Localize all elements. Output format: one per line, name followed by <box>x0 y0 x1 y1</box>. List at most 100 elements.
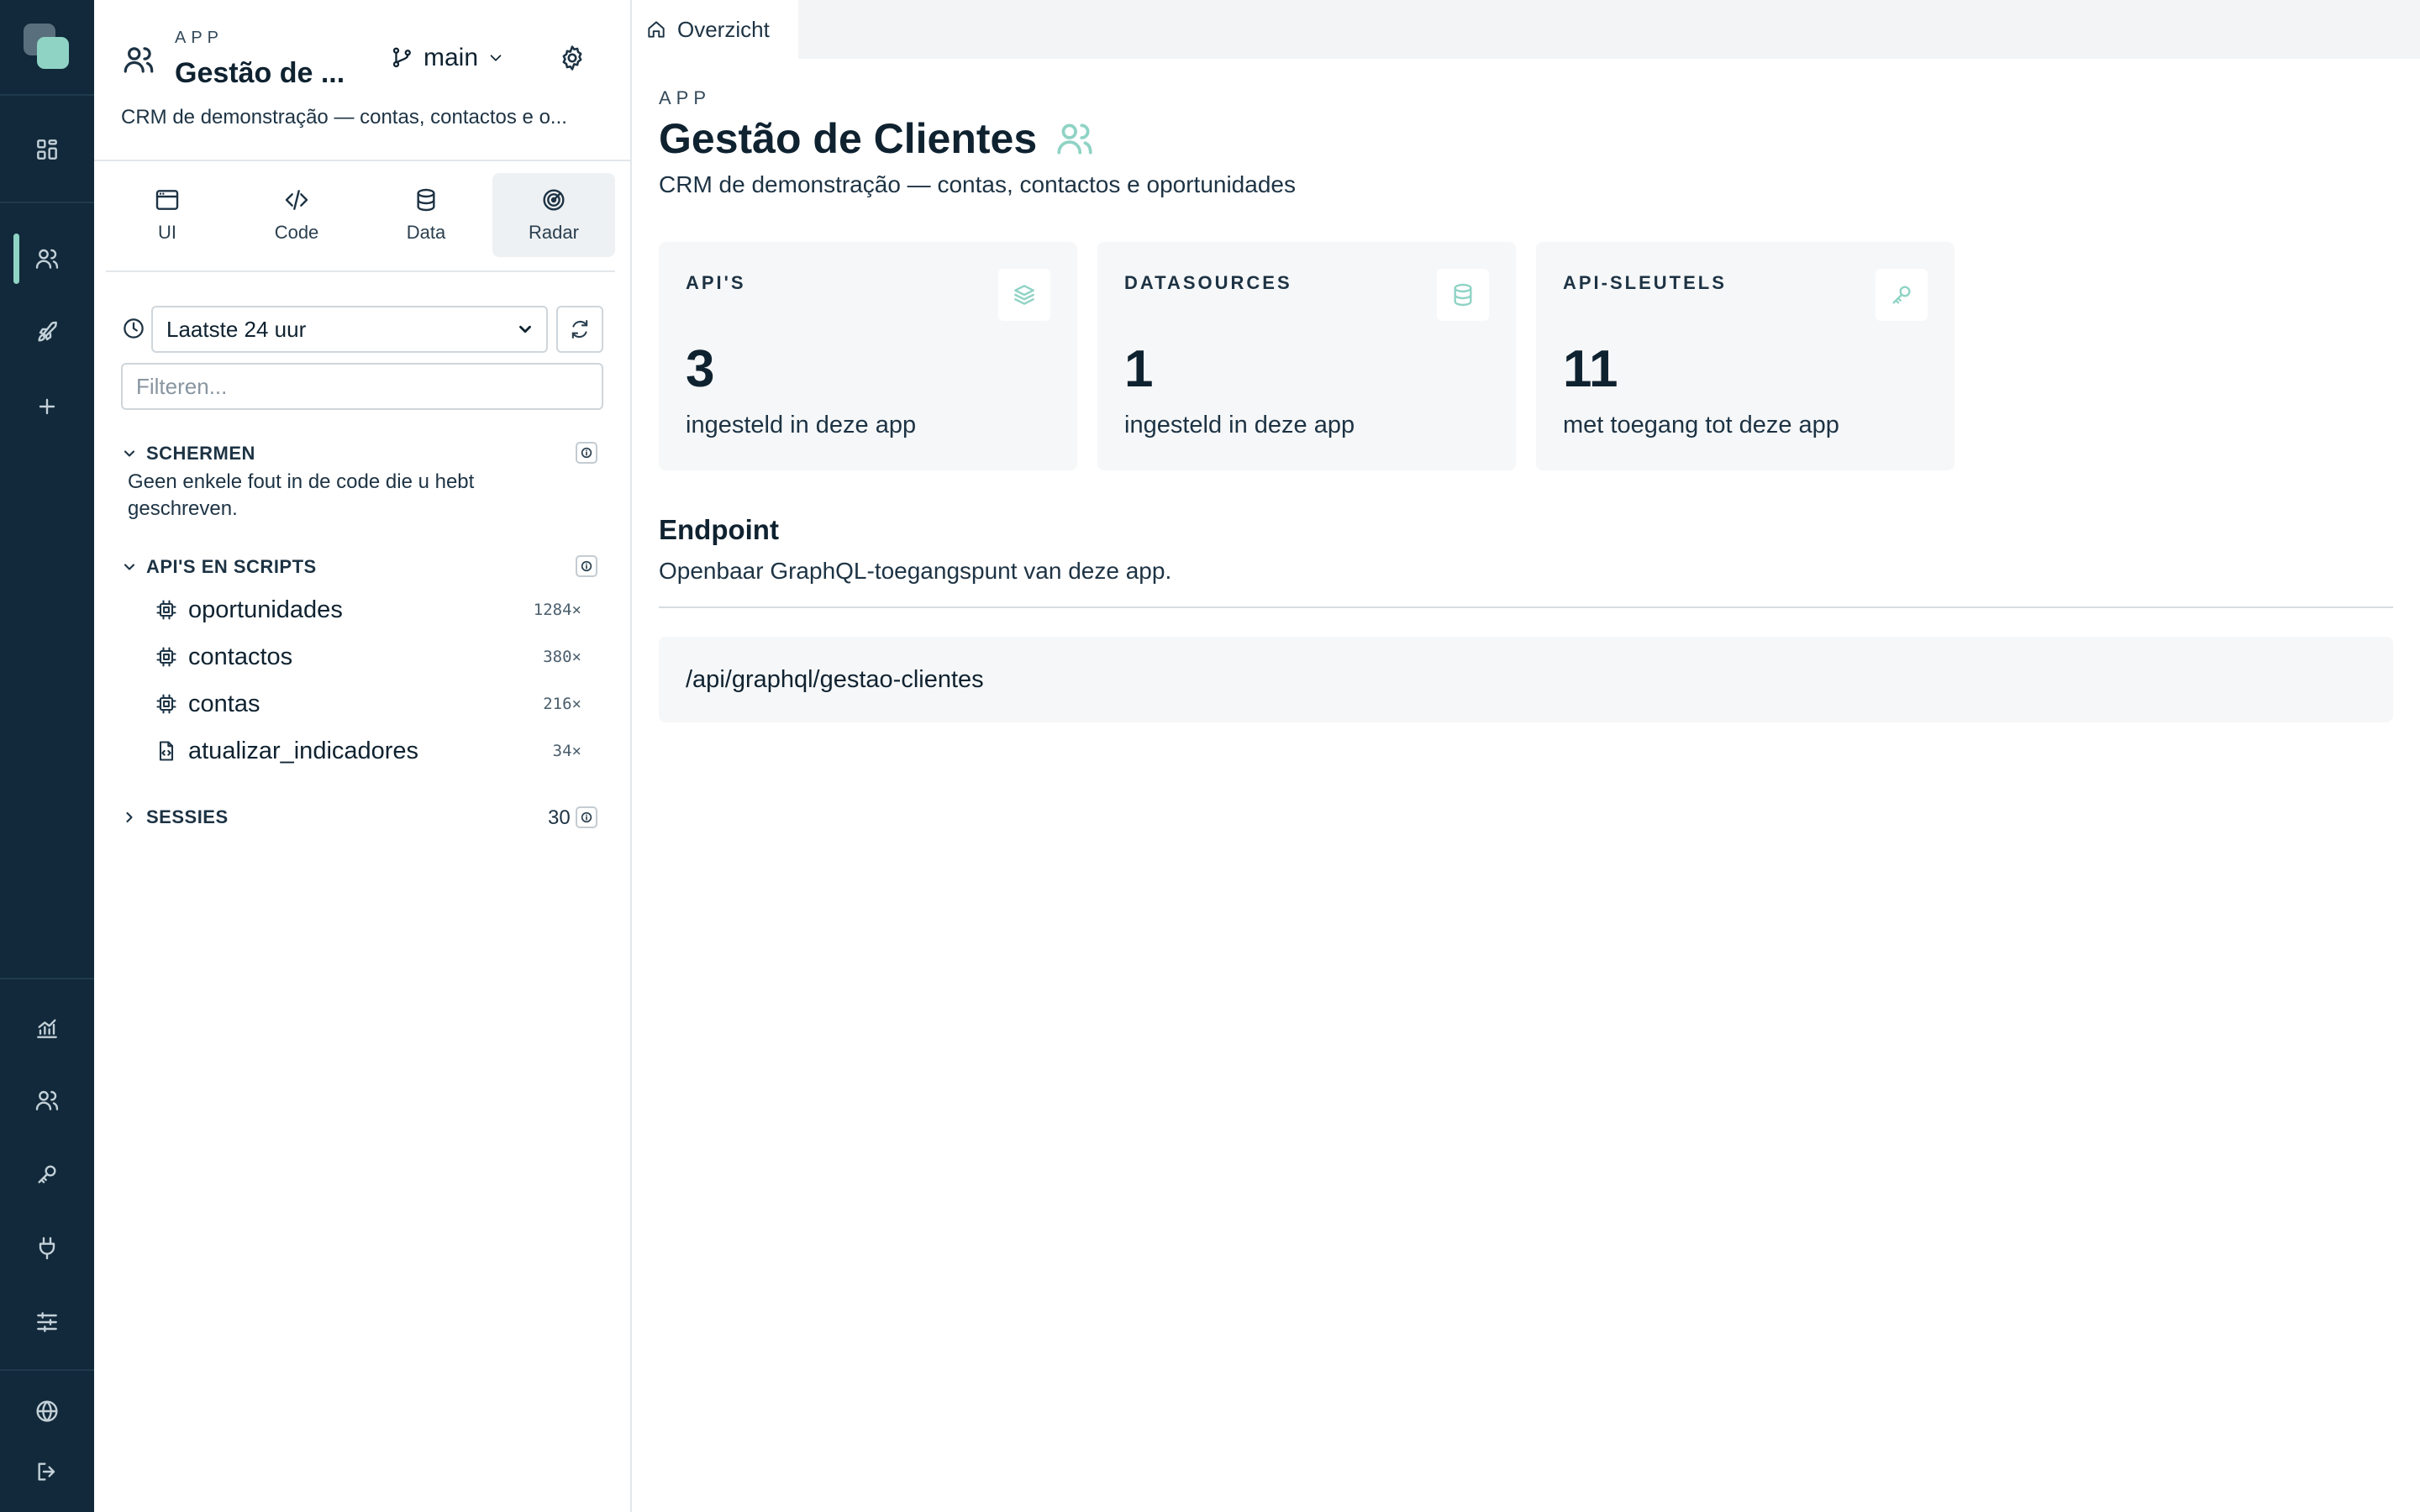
section-sessions-toggle[interactable]: SESSIES <box>121 806 229 828</box>
rail-divider <box>0 978 94 979</box>
database-icon <box>1437 269 1489 321</box>
section-title: API'S EN SCRIPTS <box>146 556 317 577</box>
app-eyebrow: APP <box>175 29 224 47</box>
rail-divider <box>0 94 94 96</box>
stat-subtitle: ingesteld in deze app <box>1124 412 1355 438</box>
tab-radar[interactable]: Radar <box>492 173 615 257</box>
api-name: oportunidades <box>188 596 343 623</box>
stat-label: DATASOURCES <box>1124 272 1292 293</box>
chevron-down-icon <box>519 325 531 333</box>
stat-value: 3 <box>686 340 715 398</box>
info-icon[interactable] <box>576 806 597 828</box>
rail-active-indicator <box>13 234 19 284</box>
refresh-button[interactable] <box>556 306 603 353</box>
git-branch-icon <box>392 47 411 68</box>
api-item-contactos[interactable]: contactos 380× <box>155 637 608 677</box>
section-apis-toggle[interactable]: API'S EN SCRIPTS <box>121 556 317 578</box>
stat-card-datasources[interactable]: DATASOURCES 1 ingesteld in deze app <box>1097 242 1516 470</box>
chip-icon <box>156 694 176 714</box>
section-title: SCHERMEN <box>146 443 255 464</box>
plug-icon[interactable] <box>27 1228 67 1268</box>
key-icon <box>1876 269 1928 321</box>
script-name: atualizar_indicadores <box>188 737 419 764</box>
logo[interactable] <box>24 24 71 71</box>
refresh-icon <box>571 320 588 339</box>
endpoint-path[interactable]: /api/graphql/gestao-clientes <box>659 637 2393 722</box>
database-icon <box>417 188 435 212</box>
api-item-contas[interactable]: contas 216× <box>155 684 608 724</box>
dashboard-icon[interactable] <box>27 129 67 170</box>
stat-card-api-keys[interactable]: API-SLEUTELS 11 met toegang tot deze app <box>1536 242 1954 470</box>
api-item-oportunidades[interactable]: oportunidades 1284× <box>155 590 608 630</box>
rocket-icon[interactable] <box>27 312 67 353</box>
api-count: 380× <box>543 648 581 666</box>
analytics-icon[interactable] <box>27 1008 67 1048</box>
users-icon[interactable] <box>27 239 67 279</box>
section-screens-toggle[interactable]: SCHERMEN <box>121 443 255 465</box>
time-range-value: Laatste 24 uur <box>166 316 307 342</box>
app-side-panel: APP Gestão de ... main CRM de demonstraç… <box>94 0 632 1512</box>
stat-label: API-SLEUTELS <box>1563 272 1727 293</box>
chevron-down-icon <box>490 55 502 61</box>
home-icon <box>648 21 665 38</box>
stat-subtitle: met toegang tot deze app <box>1563 412 1839 438</box>
script-item-atualizar-indicadores[interactable]: atualizar_indicadores 34× <box>155 731 608 771</box>
stat-label: API'S <box>686 272 746 293</box>
app-users-icon <box>121 42 156 77</box>
rail-divider <box>0 202 94 203</box>
screens-message: Geen enkele fout in de code die u hebt g… <box>128 470 475 520</box>
app-title: Gestão de ... <box>175 57 345 89</box>
stat-value: 1 <box>1124 340 1154 398</box>
script-count: 34× <box>552 742 581 760</box>
users-icon <box>1057 123 1092 155</box>
radar-icon <box>543 189 565 211</box>
api-name: contactos <box>188 643 293 670</box>
divider <box>106 270 615 272</box>
branch-selector[interactable]: main <box>390 44 505 72</box>
browser-window-icon <box>155 190 179 210</box>
tab-data[interactable]: Data <box>365 173 487 257</box>
document-tab-bar <box>632 0 2420 59</box>
section-title: SESSIES <box>146 806 229 827</box>
key-icon[interactable] <box>27 1154 67 1194</box>
sliders-icon[interactable] <box>27 1302 67 1342</box>
tab-label: Radar <box>529 222 579 243</box>
divider <box>659 606 2393 608</box>
stat-subtitle: ingesteld in deze app <box>686 412 917 438</box>
filter-input[interactable] <box>121 363 603 410</box>
page-title: Gestão de Clientes <box>659 115 1038 162</box>
tab-code[interactable]: Code <box>235 173 358 257</box>
tab-label: Overzicht <box>677 16 770 42</box>
page-title-row: Gestão de Clientes <box>659 114 1096 163</box>
page-description: CRM de demonstração — contas, contactos … <box>659 171 1296 197</box>
code-icon <box>285 190 308 210</box>
plus-icon[interactable] <box>27 386 67 427</box>
globe-icon[interactable] <box>27 1391 67 1431</box>
app-description: CRM de demonstração — contas, contactos … <box>121 106 567 129</box>
api-name: contas <box>188 690 260 717</box>
rail-divider <box>0 1369 94 1371</box>
settings-gear-icon[interactable] <box>558 44 587 72</box>
tab-label: Data <box>406 222 446 243</box>
app-rail <box>0 0 94 1512</box>
info-icon[interactable] <box>576 442 597 464</box>
chip-icon <box>156 647 176 667</box>
endpoint-title: Endpoint <box>659 514 779 545</box>
tab-label: UI <box>158 222 176 243</box>
logout-icon[interactable] <box>27 1452 67 1492</box>
layers-icon <box>998 269 1050 321</box>
info-icon[interactable] <box>576 555 597 577</box>
branch-name: main <box>424 44 479 71</box>
sessions-count: 30 <box>548 806 571 829</box>
team-icon[interactable] <box>27 1080 67 1121</box>
chip-icon <box>156 600 176 620</box>
tab-overzicht[interactable]: Overzicht <box>632 0 798 59</box>
tab-ui[interactable]: UI <box>106 173 229 257</box>
stat-card-apis[interactable]: API'S 3 ingesteld in deze app <box>659 242 1077 470</box>
script-file-icon <box>159 741 174 761</box>
time-range-select[interactable]: Laatste 24 uur <box>151 306 548 353</box>
endpoint-description: Openbaar GraphQL-toegangspunt van deze a… <box>659 558 1172 584</box>
tab-label: Code <box>274 222 319 243</box>
chevron-down-icon <box>124 564 135 570</box>
clock-icon <box>121 316 146 341</box>
